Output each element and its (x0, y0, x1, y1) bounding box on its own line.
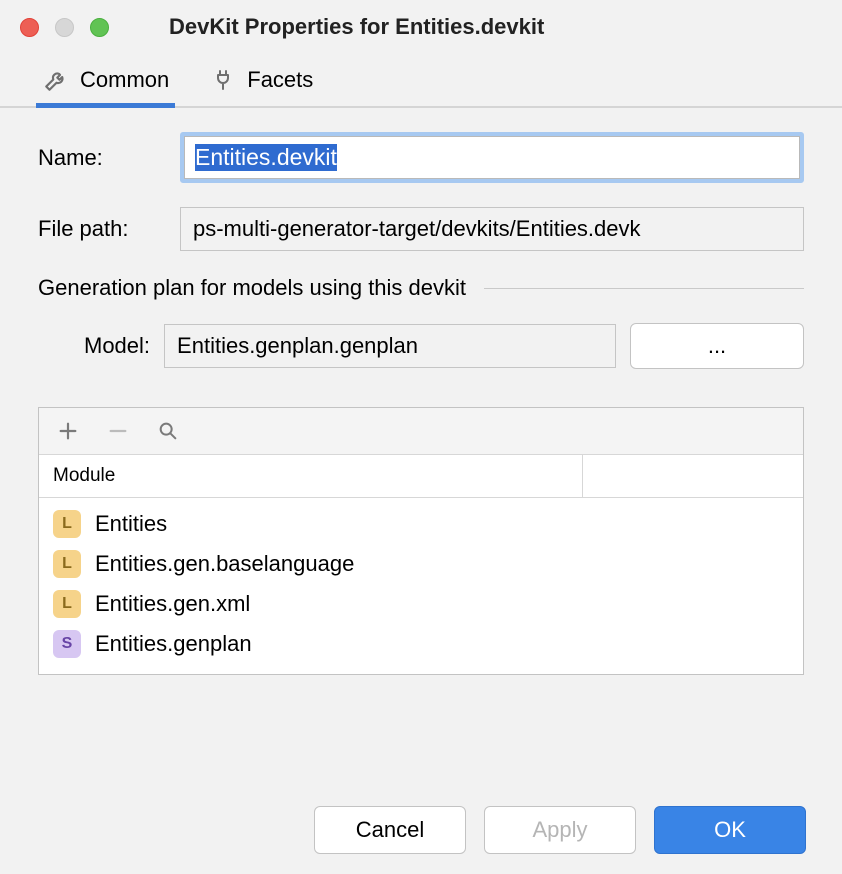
model-label: Model: (84, 333, 150, 359)
traffic-lights (20, 18, 109, 37)
titlebar: DevKit Properties for Entities.devkit (0, 0, 842, 54)
window-zoom-button[interactable] (90, 18, 109, 37)
filepath-field: ps-multi-generator-target/devkits/Entiti… (180, 207, 804, 251)
module-name: Entities.gen.baselanguage (95, 551, 354, 577)
modules-table: Module L Entities L Entities.gen.baselangua… (38, 407, 804, 675)
divider-line (484, 288, 804, 289)
module-name: Entities.genplan (95, 631, 252, 657)
name-label: Name: (38, 145, 158, 171)
tab-common-label: Common (80, 67, 169, 93)
model-field: Entities.genplan.genplan (164, 324, 616, 368)
table-row[interactable]: L Entities.gen.xml (39, 584, 803, 624)
module-name: Entities.gen.xml (95, 591, 250, 617)
tab-facets-label: Facets (247, 67, 313, 93)
tabs-row: Common Facets (0, 54, 842, 108)
module-name: Entities (95, 511, 167, 537)
ok-button[interactable]: OK (654, 806, 806, 854)
modules-rows: L Entities L Entities.gen.baselanguage L Enti… (39, 498, 803, 674)
window-close-button[interactable] (20, 18, 39, 37)
modules-spacer-column (583, 455, 803, 497)
model-browse-button[interactable]: ... (630, 323, 804, 369)
name-row: Name: (38, 132, 804, 183)
language-badge-icon: L (53, 510, 81, 538)
module-column-header: Module (39, 455, 583, 497)
dialog-footer: Cancel Apply OK (314, 806, 806, 854)
add-icon[interactable] (55, 418, 81, 444)
filepath-label: File path: (38, 216, 158, 242)
name-input[interactable] (184, 136, 800, 179)
table-row[interactable]: L Entities.gen.baselanguage (39, 544, 803, 584)
genplan-section-title: Generation plan for models using this de… (38, 275, 466, 301)
genplan-section-header: Generation plan for models using this de… (38, 275, 804, 301)
table-row[interactable]: S Entities.genplan (39, 624, 803, 664)
model-row: Model: Entities.genplan.genplan ... (38, 323, 804, 369)
solution-badge-icon: S (53, 630, 81, 658)
name-input-focus-ring (180, 132, 804, 183)
window-title: DevKit Properties for Entities.devkit (169, 14, 544, 40)
tab-common[interactable]: Common (42, 54, 169, 106)
window-minimize-button[interactable] (55, 18, 74, 37)
cancel-button[interactable]: Cancel (314, 806, 466, 854)
wrench-icon (42, 66, 70, 94)
remove-icon[interactable] (105, 418, 131, 444)
table-row[interactable]: L Entities (39, 504, 803, 544)
modules-toolbar (39, 408, 803, 455)
plug-icon (209, 66, 237, 94)
tab-facets[interactable]: Facets (209, 54, 313, 106)
form-area: Name: File path: ps-multi-generator-targ… (0, 108, 842, 369)
search-icon[interactable] (155, 418, 181, 444)
language-badge-icon: L (53, 550, 81, 578)
modules-table-head: Module (39, 455, 803, 498)
language-badge-icon: L (53, 590, 81, 618)
filepath-row: File path: ps-multi-generator-target/dev… (38, 207, 804, 251)
apply-button[interactable]: Apply (484, 806, 636, 854)
